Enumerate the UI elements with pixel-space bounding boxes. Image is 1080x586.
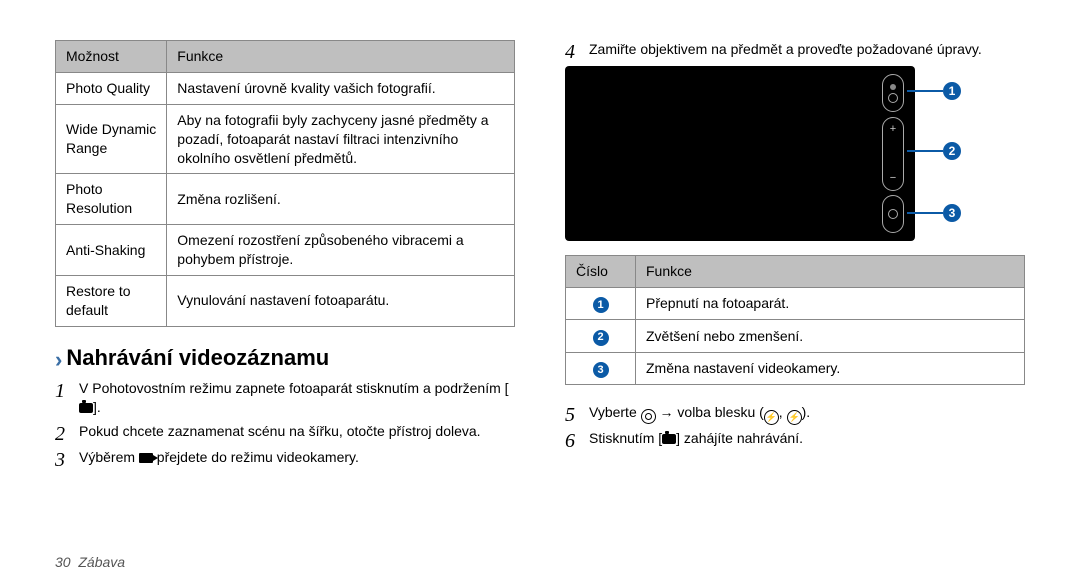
step-text: V Pohotovostním režimu zapnete fotoapará… — [79, 379, 515, 418]
section-heading: ›Nahrávání videozáznamu — [55, 345, 515, 373]
left-steps: 1 V Pohotovostním režimu zapnete fotoapa… — [55, 379, 515, 470]
table-row: Photo ResolutionZměna rozlišení. — [56, 174, 515, 225]
step-number: 5 — [565, 403, 589, 425]
step-number: 3 — [55, 448, 79, 470]
camera-icon — [79, 403, 93, 413]
flash-on-icon: ⚡ — [787, 410, 802, 425]
step-text: Výběrem přejdete do režimu videokamery. — [79, 448, 359, 468]
step-item: 2 Pokud chcete zaznamenat scénu na šířku… — [55, 422, 515, 444]
callout-number: 3 — [943, 204, 961, 222]
step-text: Stisknutím [] zahájíte nahrávání. — [589, 429, 803, 449]
table-row: 3Změna nastavení videokamery. — [566, 352, 1025, 384]
video-icon — [139, 453, 153, 463]
vf-switch-icon — [882, 74, 904, 112]
flash-off-icon: ⚡ — [764, 410, 779, 425]
callout-table: Číslo Funkce 1Přepnutí na fotoaparát. 2Z… — [565, 255, 1025, 385]
right-steps: 5 Vyberte → volba blesku (⚡, ⚡). 6 Stisk… — [565, 403, 1025, 451]
page-footer: 30 Zábava — [55, 554, 125, 570]
row-number-badge: 2 — [593, 330, 609, 346]
viewfinder-screen: + − — [565, 66, 915, 241]
table-row: Photo QualityNastavení úrovně kvality va… — [56, 72, 515, 104]
callout-header-function: Funkce — [636, 256, 1025, 288]
gear-circle-icon — [641, 409, 656, 424]
step-item: 6 Stisknutím [] zahájíte nahrávání. — [565, 429, 1025, 451]
step-number: 4 — [565, 40, 589, 62]
options-header-function: Funkce — [167, 41, 515, 73]
table-row: 1Přepnutí na fotoaparát. — [566, 287, 1025, 319]
options-table: Možnost Funkce Photo QualityNastavení úr… — [55, 40, 515, 327]
step-number: 6 — [565, 429, 589, 451]
callout: 2 — [907, 142, 961, 160]
table-row: 2Zvětšení nebo zmenšení. — [566, 320, 1025, 352]
callout: 1 — [907, 82, 961, 100]
step-number: 2 — [55, 422, 79, 444]
step-item: 4 Zamiřte objektivem na předmět a proveď… — [565, 40, 1025, 62]
step-text: Pokud chcete zaznamenat scénu na šířku, … — [79, 422, 481, 442]
step-item: 5 Vyberte → volba blesku (⚡, ⚡). — [565, 403, 1025, 425]
step-number: 1 — [55, 379, 79, 401]
callout-number: 1 — [943, 82, 961, 100]
page-number: 30 — [55, 554, 71, 570]
options-header-option: Možnost — [56, 41, 167, 73]
table-row: Anti-ShakingOmezení rozostření způsobené… — [56, 225, 515, 276]
chevron-icon: › — [55, 347, 62, 372]
section-name: Zábava — [78, 554, 125, 570]
step-item: 1 V Pohotovostním režimu zapnete fotoapa… — [55, 379, 515, 418]
viewfinder-diagram: + − 1 2 3 — [565, 66, 915, 241]
callout-header-number: Číslo — [566, 256, 636, 288]
vf-settings-icon — [882, 195, 904, 233]
callout: 3 — [907, 204, 961, 222]
step-text: Vyberte → volba blesku (⚡, ⚡). — [589, 403, 810, 425]
vf-zoom-icon: + − — [882, 117, 904, 191]
step-text: Zamiřte objektivem na předmět a proveďte… — [589, 40, 982, 60]
step-item: 3 Výběrem přejdete do režimu videokamery… — [55, 448, 515, 470]
table-row: Restore to defaultVynulování nastavení f… — [56, 276, 515, 327]
callout-number: 2 — [943, 142, 961, 160]
camera-icon — [662, 434, 676, 444]
row-number-badge: 1 — [593, 297, 609, 313]
row-number-badge: 3 — [593, 362, 609, 378]
table-row: Wide Dynamic RangeAby na fotografii byly… — [56, 104, 515, 174]
